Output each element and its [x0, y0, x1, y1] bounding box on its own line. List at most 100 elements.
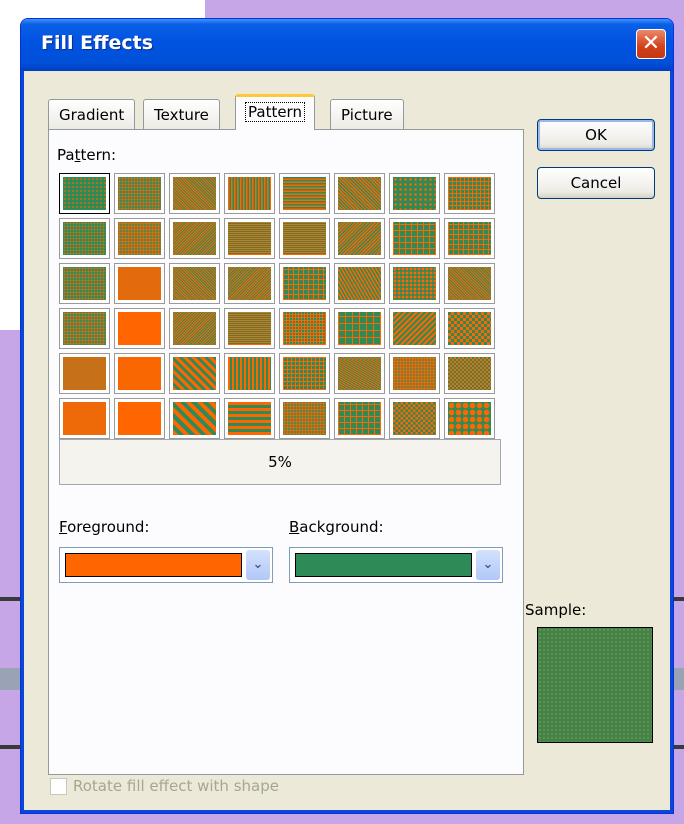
pattern-swatch[interactable]: [389, 353, 440, 394]
pattern-swatch[interactable]: [279, 173, 330, 214]
pattern-fill: [228, 222, 271, 255]
pattern-swatch[interactable]: [389, 398, 440, 439]
pattern-fill: [228, 402, 271, 435]
pattern-swatch[interactable]: [279, 218, 330, 259]
pattern-swatch[interactable]: [444, 398, 495, 439]
background-divider: [0, 597, 20, 601]
pattern-swatch[interactable]: [59, 353, 110, 394]
pattern-swatch[interactable]: [279, 263, 330, 304]
pattern-fill: [393, 222, 436, 255]
pattern-fill: [173, 357, 216, 390]
pattern-swatch[interactable]: [389, 173, 440, 214]
pattern-swatch[interactable]: [389, 308, 440, 349]
tab-label: Gradient: [59, 106, 125, 124]
pattern-swatch[interactable]: [444, 263, 495, 304]
pattern-swatch[interactable]: [114, 218, 165, 259]
pattern-swatch[interactable]: [169, 353, 220, 394]
pattern-swatch[interactable]: [114, 173, 165, 214]
pattern-fill: [283, 357, 326, 390]
pattern-fill: [448, 177, 491, 210]
tab-label: Pattern: [245, 102, 305, 122]
sample-preview: [537, 627, 653, 743]
pattern-swatch[interactable]: [334, 308, 385, 349]
pattern-fill: [338, 177, 381, 210]
pattern-label: Pattern:: [57, 146, 117, 164]
pattern-swatch[interactable]: [444, 173, 495, 214]
pattern-fill: [228, 177, 271, 210]
pattern-swatch[interactable]: [114, 398, 165, 439]
pattern-swatch[interactable]: [59, 218, 110, 259]
pattern-swatch[interactable]: [169, 263, 220, 304]
pattern-swatch[interactable]: [169, 308, 220, 349]
pattern-swatch[interactable]: [59, 398, 110, 439]
foreground-color-dropdown[interactable]: ⌄: [59, 547, 273, 583]
tab-pattern[interactable]: Pattern: [235, 94, 315, 130]
pattern-swatch[interactable]: [334, 263, 385, 304]
pattern-swatch[interactable]: [114, 308, 165, 349]
background-strip: [0, 668, 20, 690]
pattern-swatch[interactable]: [279, 353, 330, 394]
tab-texture[interactable]: Texture: [143, 99, 220, 129]
pattern-swatch[interactable]: [169, 218, 220, 259]
background-color-dropdown[interactable]: ⌄: [289, 547, 503, 583]
tab-gradient[interactable]: Gradient: [48, 99, 136, 129]
pattern-fill: [448, 222, 491, 255]
title-bar[interactable]: Fill Effects ✕: [21, 19, 673, 71]
fill-effects-dialog: Fill Effects ✕ Gradient Texture Pattern …: [20, 18, 674, 814]
cancel-button[interactable]: Cancel: [537, 167, 655, 199]
pattern-fill: [118, 267, 161, 300]
pattern-fill: [118, 312, 161, 345]
rotate-fill-checkbox-row[interactable]: Rotate fill effect with shape: [50, 777, 279, 795]
ok-button[interactable]: OK: [537, 119, 655, 151]
pattern-fill: [63, 222, 106, 255]
pattern-swatch[interactable]: [444, 353, 495, 394]
pattern-fill: [173, 222, 216, 255]
pattern-swatch[interactable]: [59, 308, 110, 349]
pattern-fill: [118, 357, 161, 390]
tab-label: Picture: [341, 106, 393, 124]
pattern-swatch[interactable]: [224, 353, 275, 394]
pattern-swatch[interactable]: [224, 398, 275, 439]
pattern-panel: Pattern: 5% Foreground: ⌄ Background: ⌄: [48, 129, 524, 775]
pattern-fill: [338, 267, 381, 300]
pattern-swatch[interactable]: [334, 173, 385, 214]
pattern-swatch[interactable]: [224, 218, 275, 259]
pattern-swatch[interactable]: [224, 173, 275, 214]
pattern-swatch[interactable]: [224, 308, 275, 349]
pattern-swatch[interactable]: [389, 263, 440, 304]
pattern-swatch[interactable]: [114, 353, 165, 394]
pattern-swatch[interactable]: [444, 218, 495, 259]
pattern-swatch[interactable]: [444, 308, 495, 349]
pattern-swatch[interactable]: [389, 218, 440, 259]
pattern-fill: [228, 312, 271, 345]
pattern-fill: [283, 267, 326, 300]
pattern-swatch[interactable]: [169, 398, 220, 439]
close-button[interactable]: ✕: [636, 29, 666, 59]
pattern-swatch[interactable]: [59, 263, 110, 304]
chevron-down-icon[interactable]: ⌄: [476, 550, 500, 580]
pattern-fill: [338, 312, 381, 345]
pattern-swatch[interactable]: [59, 173, 110, 214]
tab-picture[interactable]: Picture: [330, 99, 404, 129]
pattern-fill: [283, 177, 326, 210]
pattern-grid[interactable]: [59, 173, 495, 439]
pattern-fill: [228, 267, 271, 300]
pattern-swatch[interactable]: [114, 263, 165, 304]
pattern-swatch[interactable]: [334, 398, 385, 439]
dialog-title: Fill Effects: [41, 32, 154, 54]
pattern-swatch[interactable]: [224, 263, 275, 304]
sample-label: Sample:: [525, 601, 587, 619]
pattern-swatch[interactable]: [169, 173, 220, 214]
pattern-fill: [118, 222, 161, 255]
pattern-fill: [338, 402, 381, 435]
pattern-swatch[interactable]: [334, 218, 385, 259]
pattern-fill: [118, 177, 161, 210]
pattern-fill: [118, 402, 161, 435]
chevron-down-icon[interactable]: ⌄: [246, 550, 270, 580]
pattern-swatch[interactable]: [279, 398, 330, 439]
tab-label: Texture: [154, 106, 209, 124]
rotate-fill-checkbox[interactable]: [50, 778, 67, 795]
pattern-swatch[interactable]: [279, 308, 330, 349]
pattern-fill: [63, 177, 106, 210]
pattern-swatch[interactable]: [334, 353, 385, 394]
